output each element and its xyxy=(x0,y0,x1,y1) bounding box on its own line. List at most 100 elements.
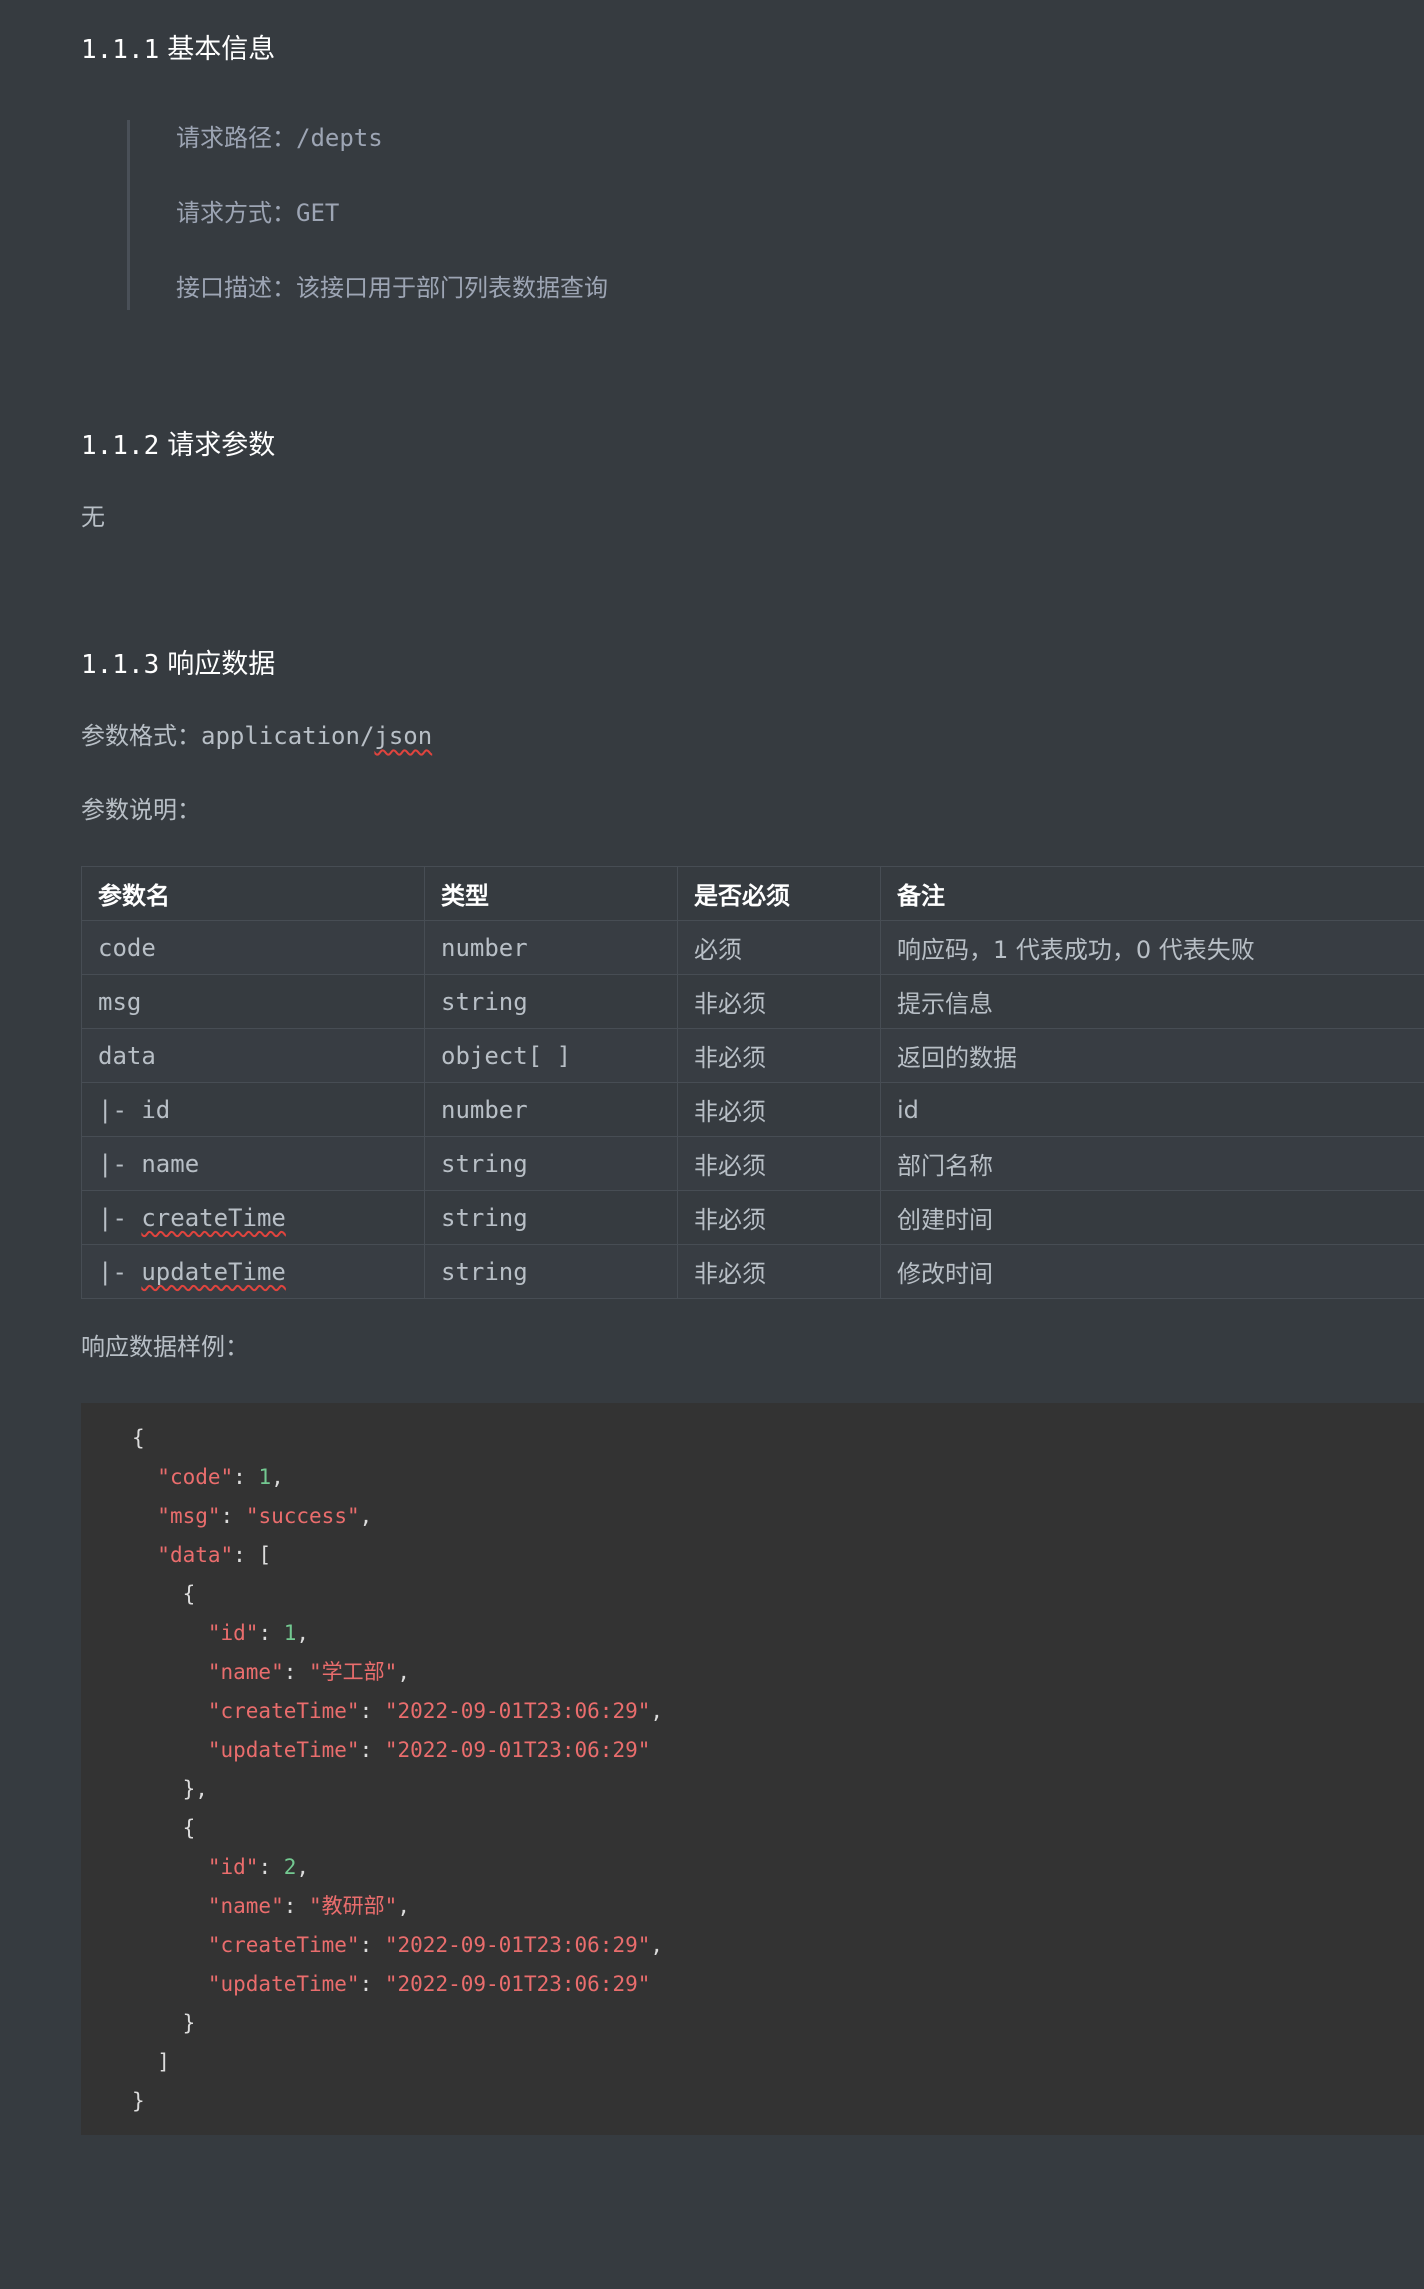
cell-type: string xyxy=(424,1190,678,1245)
header-type: 类型 xyxy=(424,866,678,921)
json-key: "name" xyxy=(207,1660,284,1684)
cell-param-name: |- updateTime xyxy=(81,1244,425,1299)
request-method-value: GET xyxy=(296,199,340,227)
cell-note: id xyxy=(880,1082,1424,1137)
heading-number: 1.1.1 xyxy=(81,35,160,65)
table-body: code number 必须 响应码，1 代表成功，0 代表失败 msg string 非必… xyxy=(81,920,1424,1299)
heading-title: 基本信息 xyxy=(167,34,276,65)
api-description-line: 接口描述：该接口用于部门列表数据查询 xyxy=(176,270,608,306)
response-example-code-block[interactable]: { "code": 1, "msg": "success", "data": [… xyxy=(81,1403,1424,2135)
cell-required: 非必须 xyxy=(677,1082,881,1137)
param-name: data xyxy=(98,1041,156,1070)
header-required: 是否必须 xyxy=(677,866,881,921)
cell-param-name: msg xyxy=(81,974,425,1029)
table-row: |- updateTime string 非必须 修改时间 xyxy=(81,1244,1424,1299)
param-name: createTime xyxy=(141,1203,286,1232)
param-tree-prefix: |- xyxy=(98,1257,142,1286)
json-number: 2 xyxy=(283,1855,297,1879)
request-method-label: 请求方式： xyxy=(176,199,296,227)
cell-type: number xyxy=(424,920,678,975)
request-params-none: 无 xyxy=(81,503,105,531)
json-string: "2022-09-01T23:06:29" xyxy=(384,1972,651,1996)
json-string: "学工部" xyxy=(309,1660,398,1684)
json-key: "id" xyxy=(207,1621,259,1645)
response-params-desc-label: 参数说明： xyxy=(81,796,201,824)
table-row: |- name string 非必须 部门名称 xyxy=(81,1136,1424,1191)
request-path-label: 请求路径： xyxy=(176,124,296,152)
response-example-label: 响应数据样例： xyxy=(81,1333,249,1361)
heading-request-params: 1.1.2 请求参数 xyxy=(81,426,275,466)
format-mime-json: json xyxy=(374,722,433,750)
cell-note: 响应码，1 代表成功，0 代表失败 xyxy=(880,920,1424,975)
json-key: "updateTime" xyxy=(207,1738,360,1762)
cell-type: object[ ] xyxy=(424,1028,678,1083)
request-path-line: 请求路径：/depts xyxy=(176,120,383,156)
heading-title: 请求参数 xyxy=(167,430,276,461)
json-key: "msg" xyxy=(157,1504,221,1528)
heading-basic-info: 1.1.1 基本信息 xyxy=(81,30,275,70)
response-format-line: 参数格式：application/json xyxy=(81,718,432,754)
format-mime-prefix: application/ xyxy=(201,722,375,750)
heading-response-data: 1.1.3 响应数据 xyxy=(81,645,275,685)
response-format-value: application/json xyxy=(201,722,432,750)
json-key: "name" xyxy=(207,1894,284,1918)
response-params-table: 参数名 类型 是否必须 备注 code number 必须 响应码，1 代表成功，0 … xyxy=(81,866,1424,1299)
heading-number: 1.1.2 xyxy=(81,431,160,461)
param-name: code xyxy=(98,933,156,962)
cell-required: 非必须 xyxy=(677,1136,881,1191)
api-description-label: 接口描述： xyxy=(176,274,296,302)
json-string: "教研部" xyxy=(309,1894,398,1918)
code-content: { "code": 1, "msg": "success", "data": [… xyxy=(132,1426,664,2113)
param-tree-prefix: |- xyxy=(98,1203,142,1232)
cell-note: 部门名称 xyxy=(880,1136,1424,1191)
json-string: "2022-09-01T23:06:29" xyxy=(384,1933,651,1957)
table-header-row: 参数名 类型 是否必须 备注 xyxy=(81,866,1424,921)
json-key: "code" xyxy=(157,1465,234,1489)
cell-note: 返回的数据 xyxy=(880,1028,1424,1083)
param-name: name xyxy=(141,1149,200,1178)
table-row: msg string 非必须 提示信息 xyxy=(81,974,1424,1029)
heading-number: 1.1.3 xyxy=(81,650,160,680)
cell-param-name: |- name xyxy=(81,1136,425,1191)
request-method-line: 请求方式：GET xyxy=(176,195,339,231)
cell-required: 必须 xyxy=(677,920,881,975)
table-row: code number 必须 响应码，1 代表成功，0 代表失败 xyxy=(81,920,1424,975)
cell-required: 非必须 xyxy=(677,1028,881,1083)
request-path-value: /depts xyxy=(296,124,383,152)
param-name: updateTime xyxy=(141,1257,286,1286)
table-row: |- createTime string 非必须 创建时间 xyxy=(81,1190,1424,1245)
json-key: "createTime" xyxy=(207,1699,360,1723)
heading-title: 响应数据 xyxy=(167,649,276,680)
param-name: msg xyxy=(98,987,142,1016)
cell-required: 非必须 xyxy=(677,1244,881,1299)
json-number: 1 xyxy=(283,1621,297,1645)
cell-required: 非必须 xyxy=(677,1190,881,1245)
param-tree-prefix: |- xyxy=(98,1095,142,1124)
cell-note: 提示信息 xyxy=(880,974,1424,1029)
header-note: 备注 xyxy=(880,866,1424,921)
json-string: "2022-09-01T23:06:29" xyxy=(384,1738,651,1762)
json-number: 1 xyxy=(258,1465,272,1489)
cell-note: 创建时间 xyxy=(880,1190,1424,1245)
cell-type: string xyxy=(424,1136,678,1191)
table-row: |- id number 非必须 id xyxy=(81,1082,1424,1137)
cell-param-name: |- createTime xyxy=(81,1190,425,1245)
cell-type: string xyxy=(424,1244,678,1299)
param-tree-prefix: |- xyxy=(98,1149,142,1178)
json-key: "updateTime" xyxy=(207,1972,360,1996)
json-string: "2022-09-01T23:06:29" xyxy=(384,1699,651,1723)
cell-param-name: data xyxy=(81,1028,425,1083)
cell-param-name: |- id xyxy=(81,1082,425,1137)
table-row: data object[ ] 非必须 返回的数据 xyxy=(81,1028,1424,1083)
cell-param-name: code xyxy=(81,920,425,975)
cell-note: 修改时间 xyxy=(880,1244,1424,1299)
json-key: "createTime" xyxy=(207,1933,360,1957)
param-name: id xyxy=(141,1095,171,1124)
cell-required: 非必须 xyxy=(677,974,881,1029)
json-key: "id" xyxy=(207,1855,259,1879)
cell-type: string xyxy=(424,974,678,1029)
basic-info-blockquote: 请求路径：/depts 请求方式：GET 接口描述：该接口用于部门列表数据查询 xyxy=(127,120,830,310)
json-string: "success" xyxy=(245,1504,360,1528)
cell-type: number xyxy=(424,1082,678,1137)
json-key: "data" xyxy=(157,1543,234,1567)
